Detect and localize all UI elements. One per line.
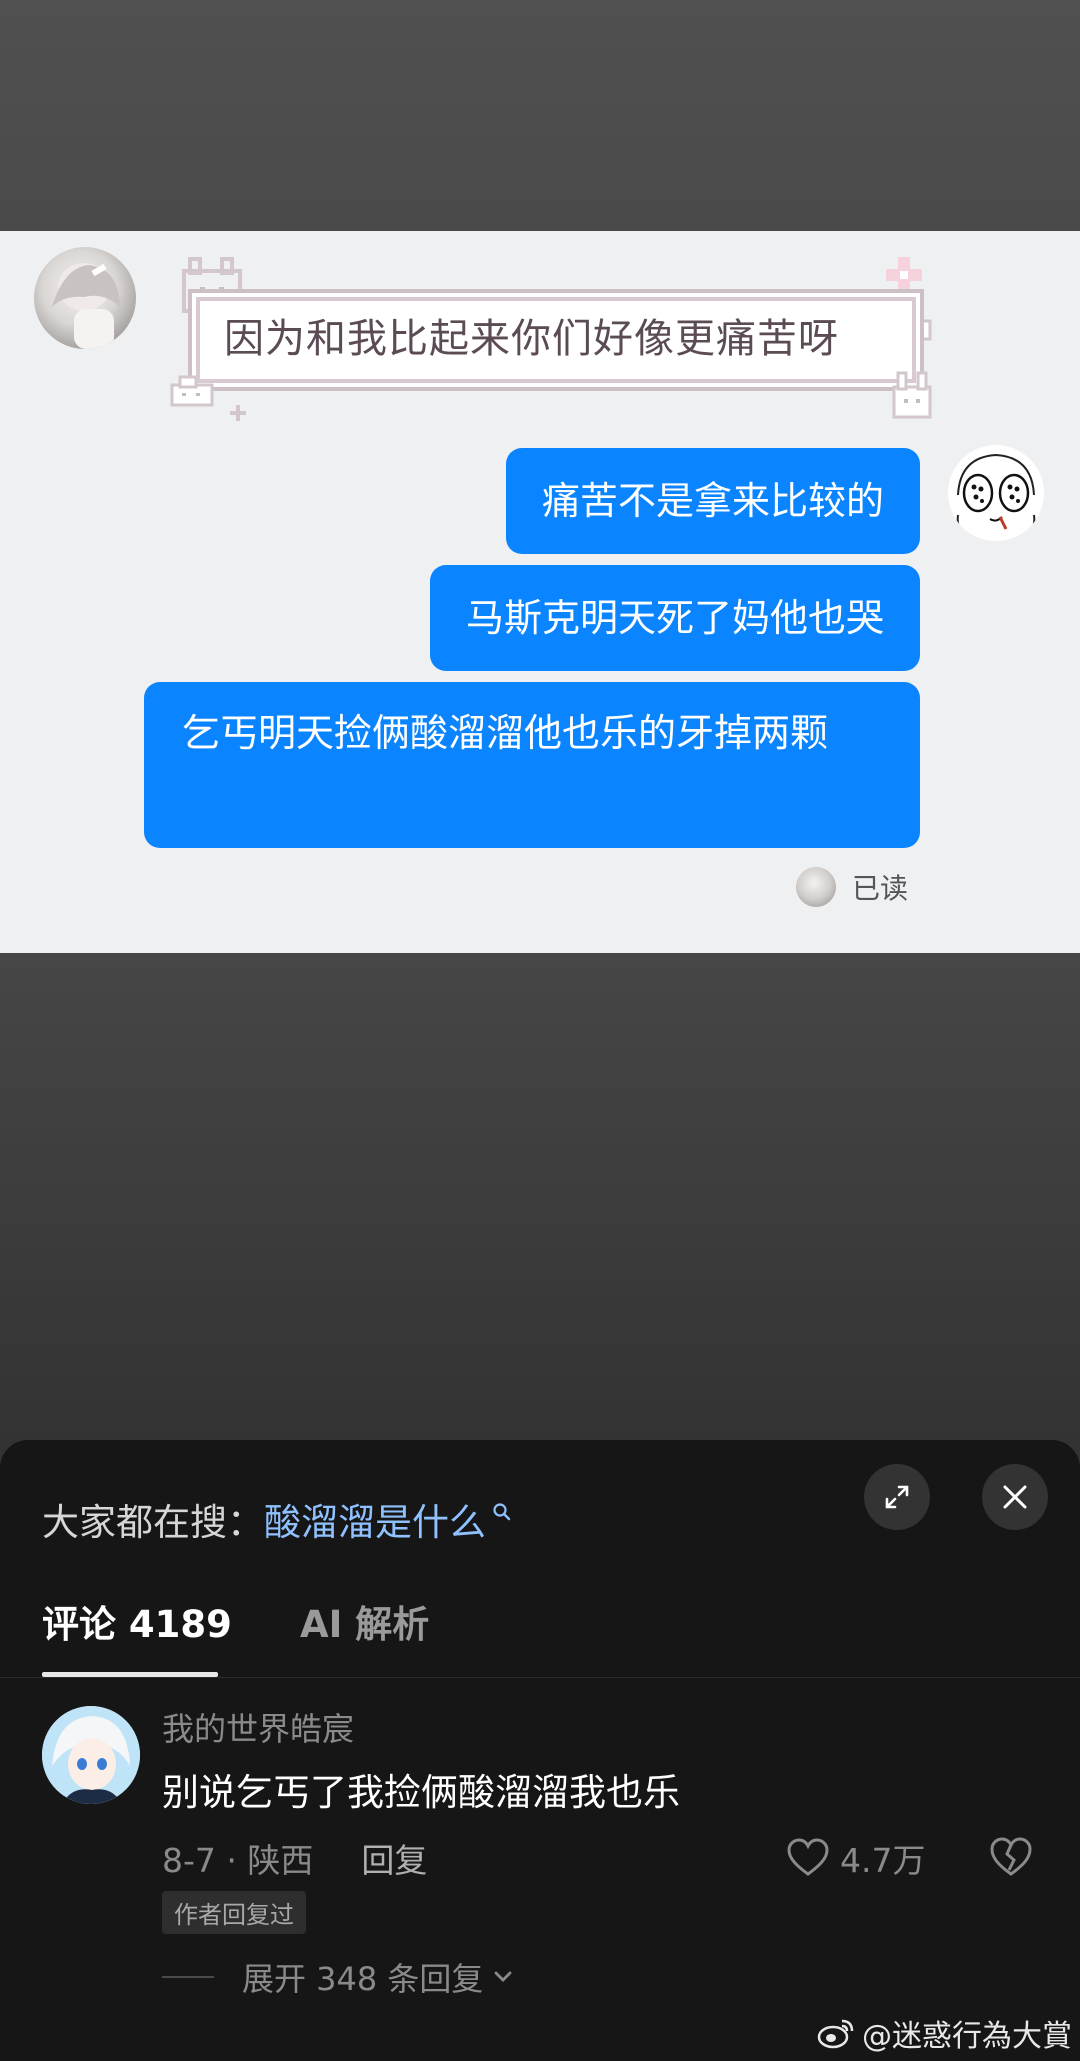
comment-date-location: 8-7 · 陕西 [162,1841,314,1880]
sheet-tabs: 评论 4189 AI 解析 [0,1590,1080,1678]
expand-replies-label: 展开 348 条回复 [242,1960,484,1998]
chevron-down-icon [495,1971,512,1982]
tab-comments-label: 评论 [42,1603,116,1646]
like-button[interactable]: 4.7万 [786,1833,925,1883]
tab-comments[interactable]: 评论 4189 [42,1590,232,1678]
comment-sheet: 大家都在搜： 酸溜溜是什么 评论 4189 AI 解析 我的世界皓宸 别说乞丐了… [0,1440,1080,2061]
comment-text: 别说乞丐了我捡俩酸溜溜我也乐 [162,1771,680,1814]
outgoing-message-text: 痛苦不是拿来比较的 [541,479,884,523]
search-icon[interactable] [492,1502,512,1522]
incoming-message-text: 因为和我比起来你们好像更痛苦呀 [224,316,839,362]
outgoing-message-text: 乞丐明天捡俩酸溜溜他也乐的牙掉两颗 [182,711,829,755]
pixel-plus-icon [886,257,922,293]
heart-icon [787,1838,829,1876]
my-avatar[interactable] [948,445,1044,541]
watermark-text: @迷惑行為大賞 [862,2019,1072,2054]
commenter-username[interactable]: 我的世界皓宸 [162,1704,354,1750]
expand-replies-button[interactable]: 展开 348 条回复 [162,1952,515,2002]
pixel-cloud-icon [170,375,214,407]
author-replied-badge: 作者回复过 [162,1891,306,1934]
outgoing-message-bubble[interactable]: 乞丐明天捡俩酸溜溜他也乐的牙掉两颗 [144,682,920,848]
comment-meta: 8-7 · 陕西 回复 [162,1833,427,1883]
trending-search-row[interactable]: 大家都在搜： 酸溜溜是什么 [42,1484,512,1554]
outgoing-message-bubble[interactable]: 痛苦不是拿来比较的 [505,448,920,554]
outgoing-message-bubble[interactable]: 马斯克明天死了妈他也哭 [429,565,920,671]
close-button[interactable] [982,1464,1048,1530]
app-screen: 因为和我比起来你们好像更痛苦呀 痛苦不是拿来比较的 马斯克明天死了妈他也哭 乞丐… [0,0,1080,2061]
pixel-art-message-bubble: 因为和我比起来你们好像更痛苦呀 [166,253,946,423]
watermark: @迷惑行為大賞 [816,2011,1072,2055]
reader-avatar [796,867,836,907]
pixel-sparkle-icon [230,405,246,421]
active-tab-indicator [42,1672,218,1677]
tab-ai-label: AI 解析 [300,1603,430,1646]
read-status-text: 已读 [852,872,909,905]
sender-avatar[interactable] [34,247,136,349]
tab-ai-analysis[interactable]: AI 解析 [300,1590,429,1678]
like-count: 4.7万 [840,1841,926,1880]
broken-heart-icon[interactable] [988,1836,1034,1878]
comment-count: 4189 [128,1603,232,1646]
close-icon [1003,1485,1027,1509]
reply-button[interactable]: 回复 [361,1834,427,1882]
commenter-avatar[interactable] [42,1706,140,1804]
pixel-bunny-icon [892,371,932,419]
expand-icon [885,1485,909,1509]
weibo-logo-icon [817,2019,854,2049]
chat-screenshot: 因为和我比起来你们好像更痛苦呀 痛苦不是拿来比较的 马斯克明天死了妈他也哭 乞丐… [0,231,1080,953]
trending-search-link[interactable]: 酸溜溜是什么 [264,1492,486,1546]
trending-search-prefix: 大家都在搜： [42,1501,264,1544]
outgoing-message-text: 马斯克明天死了妈他也哭 [465,596,884,640]
divider [162,1976,214,1978]
expand-button[interactable] [864,1464,930,1530]
read-receipt: 已读 [796,865,908,909]
